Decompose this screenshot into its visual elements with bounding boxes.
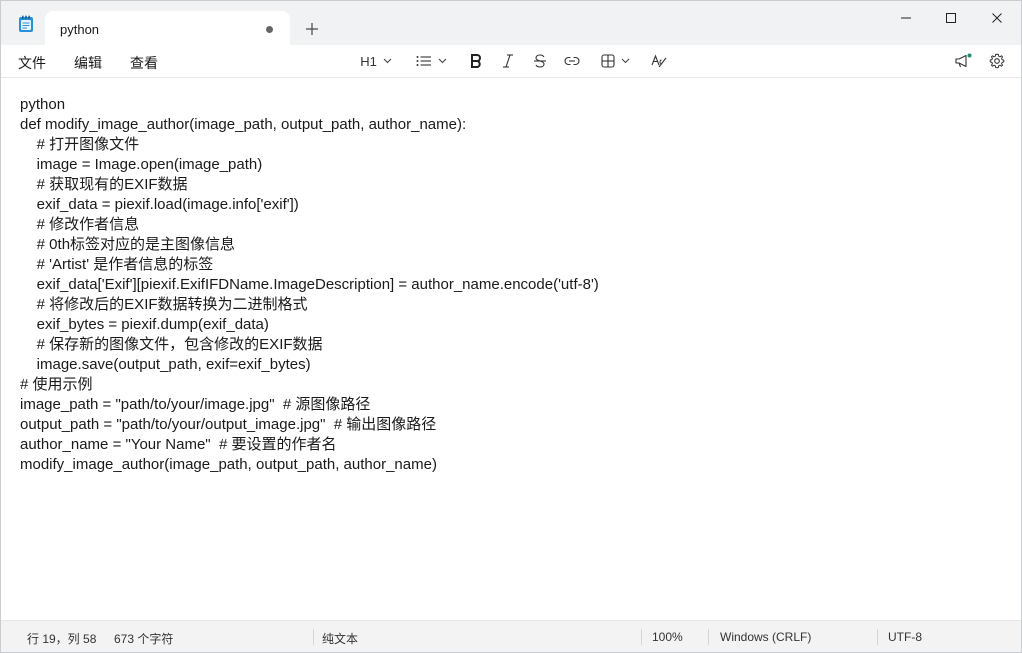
notepad-icon [18,15,34,33]
document-line: exif_bytes = piexif.dump(exif_data) [20,316,269,333]
document-line: # 0th标签对应的是主图像信息 [20,236,236,253]
table-dropdown[interactable] [595,49,635,73]
character-count: 673 个字符 [114,632,174,646]
document-line: image.save(output_path, exif=exif_bytes) [20,356,311,373]
document-line: modify_image_author(image_path, output_p… [20,456,437,473]
close-icon [992,13,1002,23]
spellcheck-button[interactable] [647,49,671,73]
document-line: # 'Artist' 是作者信息的标签 [20,256,214,273]
line-ending[interactable]: Windows (CRLF) [720,630,811,644]
megaphone-icon [955,53,972,68]
table-icon [600,54,615,68]
cursor-position: 行 19，列 58 [27,632,97,646]
document-content[interactable]: python def modify_image_author(image_path… [20,95,599,475]
status-divider [877,629,878,645]
maximize-icon [946,13,956,23]
document-line: # 使用示例 [20,376,93,393]
document-line: image = Image.open(image_path) [20,156,263,173]
spellcheck-icon [651,54,667,68]
notepad-window: python 文件 编辑 查看 H1 python def modify_ima… [0,0,1022,653]
status-divider [641,629,642,645]
bold-icon [471,54,481,68]
list-icon [416,56,431,66]
text-editor[interactable]: python def modify_image_author(image_path… [1,77,1021,621]
document-line: exif_data = piexif.load(image.info['exif… [20,196,299,213]
maximize-button[interactable] [928,1,974,35]
italic-icon [503,54,513,68]
document-line: python [20,96,66,113]
italic-button[interactable] [497,49,519,73]
chevron-down-icon [621,58,629,64]
heading-label: H1 [360,53,377,69]
heading-dropdown[interactable]: H1 [353,49,399,73]
menu-edit[interactable]: 编辑 [74,53,102,73]
bold-button[interactable] [465,49,487,73]
menu-file[interactable]: 文件 [18,53,46,73]
document-line: author_name = "Your Name" # 要设置的作者名 [20,436,337,453]
tab-python[interactable]: python [45,11,290,45]
list-dropdown[interactable] [411,49,451,73]
minimize-button[interactable] [883,1,929,35]
link-button[interactable] [561,49,583,73]
document-line: # 打开图像文件 [20,136,140,153]
document-line: image_path = "path/to/your/image.jpg" # … [20,396,371,413]
chevron-down-icon [383,58,392,64]
zoom-level[interactable]: 100% [652,630,683,644]
encoding[interactable]: UTF-8 [888,630,922,644]
status-divider [313,629,314,645]
plus-icon [306,23,318,35]
document-line: output_path = "path/to/your/output_image… [20,416,437,433]
close-button[interactable] [974,1,1020,35]
strikethrough-button[interactable] [529,49,551,73]
document-line: # 保存新的图像文件，包含修改的EXIF数据 [20,336,323,353]
new-tab-button[interactable] [301,19,323,41]
menu-toolbar: 文件 编辑 查看 H1 [1,45,1021,77]
minimize-icon [901,17,911,19]
link-icon [564,56,580,66]
status-bar: 行 19，列 58 673 个字符 纯文本 100% Windows (CRLF… [1,620,1021,652]
tab-title: python [60,22,100,37]
unsaved-indicator-icon[interactable] [266,26,273,33]
menu-view[interactable]: 查看 [130,53,158,73]
title-bar: python [1,1,1021,45]
document-line: def modify_image_author(image_path, outp… [20,116,467,133]
gear-icon [989,53,1005,69]
status-divider [708,629,709,645]
strikethrough-icon [534,54,546,68]
document-line: # 修改作者信息 [20,216,140,233]
settings-button[interactable] [985,49,1009,73]
document-line: exif_data['Exif'][piexif.ExifIFDName.Ima… [20,276,599,293]
chevron-down-icon [438,58,446,64]
announcement-button[interactable] [951,49,975,73]
text-format[interactable]: 纯文本 [322,630,358,647]
document-line: # 获取现有的EXIF数据 [20,176,188,193]
document-line: # 将修改后的EXIF数据转换为二进制格式 [20,296,308,313]
